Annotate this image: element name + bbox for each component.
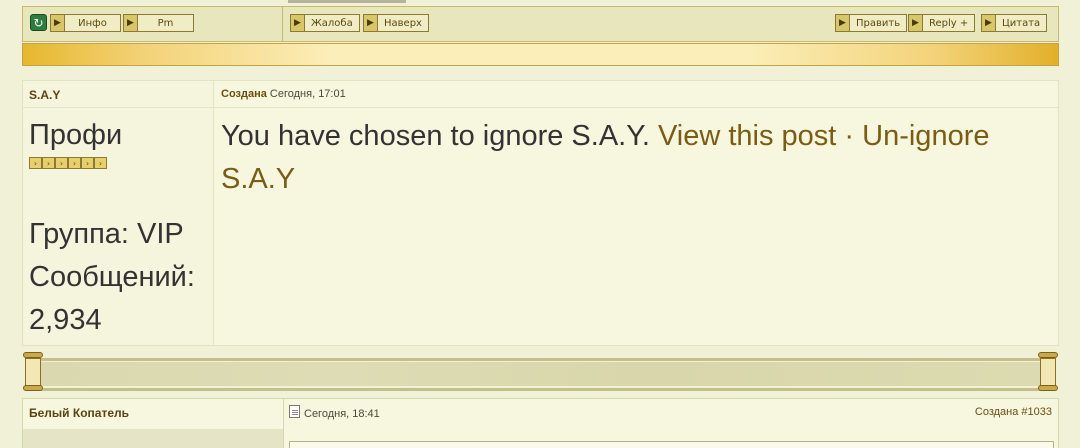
quote-button[interactable]: ▶ Цитата [981,14,1048,32]
post-number-link[interactable]: Создана #1033 [975,406,1052,418]
arrow-icon: ▶ [982,15,996,31]
arrow-icon: ▶ [291,15,305,31]
quote-label: Цитата [1002,17,1041,29]
post-author[interactable]: S.A.Y [29,88,60,102]
messages-count: 2,934 [29,304,102,336]
author-group: Группа: VIP [29,218,184,250]
arrow-icon: ▶ [836,15,850,31]
rank-pip-icon: › [68,157,81,169]
scroll-icon [1037,352,1059,392]
next-post-body [289,441,1054,448]
refresh-icon[interactable]: ↻ [30,14,47,31]
reply-button[interactable]: ▶ Reply + [908,14,976,32]
rank-pips: › › › › › › [29,157,107,169]
complaint-label: Жалоба [311,17,353,29]
pm-button[interactable]: ▶ Pm [123,14,194,32]
rank-pip-icon: › [81,157,94,169]
info-label: Инфо [78,17,107,29]
messages-label: Сообщений: [29,261,195,293]
top-grip [288,0,406,3]
arrow-icon: ▶ [909,15,923,31]
pm-label: Pm [157,17,174,29]
rank-pip-icon: › [94,157,107,169]
scroll-divider [22,348,1059,392]
arrow-icon: ▶ [364,15,378,31]
next-post-author[interactable]: Белый Копатель [29,406,129,420]
divider-band [32,362,1049,386]
next-post-card: Белый Копатель Сегодня, 18:41 Создана #1… [22,398,1059,448]
post-toolbar: ↻ ▶ Инфо ▶ Pm ▶ Жалоба ▶ Наверх ▶ Правит… [22,6,1059,42]
post-created: Создана Сегодня, 17:01 [221,88,346,100]
created-label: Создана [221,88,267,100]
rank-pip-icon: › [29,157,42,169]
edit-button[interactable]: ▶ Править [835,14,908,32]
post-body: You have chosen to ignore S.A.Y. View th… [221,115,1051,201]
arrow-icon: ▶ [124,15,138,31]
ignore-notice: You have chosen to ignore S.A.Y. [221,120,650,152]
reply-label: Reply + [929,17,969,29]
sidebar-lower [23,429,283,448]
divider-line [32,388,1049,391]
divider-line [32,358,1049,361]
top-label: Наверх [384,17,422,29]
gold-divider-band [22,43,1059,66]
post-header-divider [23,107,1058,108]
edit-label: Править [856,17,901,29]
rank-pip-icon: › [55,157,68,169]
post-card: S.A.Y Создана Сегодня, 17:01 Профи › › › › ›… [22,80,1059,346]
created-time: Сегодня, 17:01 [269,88,346,100]
rank-pip-icon: › [42,157,55,169]
author-rank: Профи [29,119,123,151]
top-button[interactable]: ▶ Наверх [363,14,429,32]
next-post-date: Сегодня, 18:41 [304,408,380,420]
arrow-icon: ▶ [51,15,65,31]
complaint-button[interactable]: ▶ Жалоба [290,14,360,32]
scroll-icon [22,352,44,392]
separator-dot: · [844,120,855,152]
author-info: Группа: VIP Сообщений: 2,934 [29,213,214,342]
document-icon [289,405,300,418]
view-post-link[interactable]: View this post [658,120,836,152]
info-button[interactable]: ▶ Инфо [50,14,121,32]
